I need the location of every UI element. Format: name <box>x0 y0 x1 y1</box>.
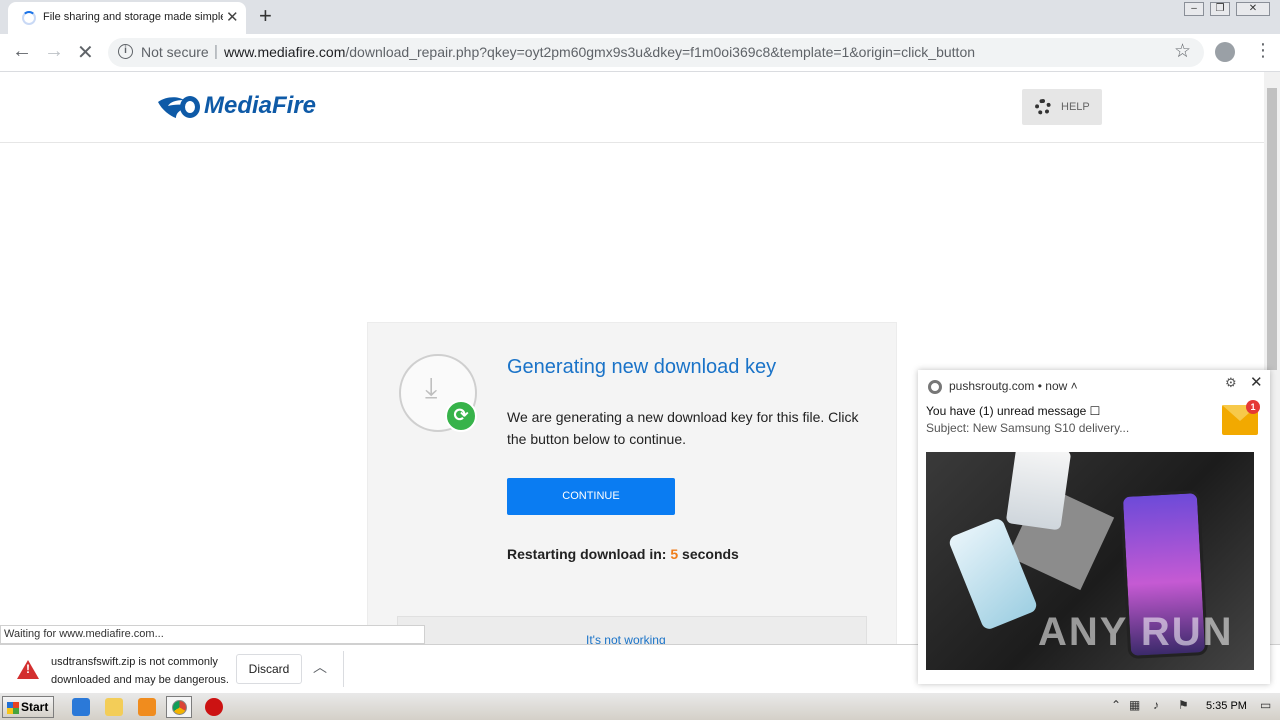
notification-source: pushsroutg.com • now ˄ <box>949 379 1078 393</box>
url-path: /download_repair.php?qkey=oyt2pm60gmx9s3… <box>345 44 976 60</box>
notification-title-text: You have (1) unread message <box>926 404 1087 418</box>
download-key-card: ⤓ ⟳ Generating new download key We are g… <box>367 322 897 644</box>
tray-expand-icon[interactable]: ⌃ <box>1111 698 1121 712</box>
notification-time: now <box>1045 379 1068 393</box>
show-desktop-icon[interactable]: ▭ <box>1260 698 1271 712</box>
logo-text: MediaFire <box>204 92 317 119</box>
close-tab-icon[interactable]: ✕ <box>226 8 239 26</box>
taskbar-chrome-button[interactable] <box>166 696 192 718</box>
notification-title: You have (1) unread message ☐ <box>926 404 1101 418</box>
notification-body: Subject: New Samsung S10 delivery... <box>926 421 1130 435</box>
chrome-icon <box>928 380 942 394</box>
not-working-link[interactable]: It's not working <box>586 633 666 644</box>
product-box-shape <box>1005 452 1072 531</box>
kebab-menu-icon[interactable]: ⋮ <box>1254 40 1272 61</box>
site-header: MediaFire HELP <box>0 72 1264 143</box>
card-description: We are generating a new download key for… <box>507 409 859 447</box>
discard-button[interactable]: Discard <box>236 654 302 684</box>
tab-title: File sharing and storage made simple <box>43 11 223 23</box>
help-button[interactable]: HELP <box>1022 89 1102 125</box>
shelf-divider <box>343 651 344 687</box>
mediafire-flame-icon <box>158 96 200 118</box>
bookmark-star-icon[interactable]: ☆ <box>1174 40 1191 63</box>
scrollbar-thumb[interactable] <box>1267 88 1277 370</box>
unread-badge: 1 <box>1246 400 1260 414</box>
back-arrow-icon[interactable]: ← <box>12 40 32 63</box>
download-warning-text: usdtransfswift.zip is not commonly downl… <box>51 656 229 686</box>
minimize-window-icon[interactable]: – <box>1184 2 1204 16</box>
browser-tab-strip: File sharing and storage made simple ✕ +… <box>0 0 1280 34</box>
forward-arrow-icon[interactable]: → <box>44 40 64 63</box>
start-label: Start <box>21 700 49 714</box>
restart-suffix: seconds <box>682 546 739 562</box>
start-button[interactable]: Start <box>2 696 54 718</box>
restart-prefix: Restarting download in: <box>507 546 667 562</box>
folder-icon[interactable] <box>105 698 123 716</box>
not-secure-label[interactable]: Not secure <box>141 44 209 60</box>
media-player-icon[interactable] <box>138 698 156 716</box>
url-text[interactable]: www.mediafire.com/download_repair.php?qk… <box>224 44 975 60</box>
stop-loading-icon[interactable]: ✕ <box>77 40 94 65</box>
countdown-number: 5 <box>670 546 679 562</box>
warning-exclamation-icon: ! <box>26 662 30 676</box>
loading-spinner-icon <box>22 11 36 25</box>
close-window-icon[interactable]: ✕ <box>1236 2 1270 16</box>
browser-toolbar: ← → ✕ i Not secure | www.mediafire.com/d… <box>0 34 1280 72</box>
watermark-text: ANY RUN <box>1038 610 1234 654</box>
mediafire-logo[interactable]: MediaFire <box>156 92 316 127</box>
notification-image[interactable]: ANY RUN <box>926 452 1254 670</box>
profile-avatar-icon[interactable] <box>1215 42 1235 62</box>
taskbar-clock[interactable]: 5:35 PM <box>1206 700 1247 712</box>
volume-icon[interactable]: ♪ <box>1153 698 1159 712</box>
lifebuoy-icon <box>1035 99 1051 115</box>
network-icon[interactable]: ▦ <box>1129 698 1140 712</box>
help-label: HELP <box>1061 101 1090 113</box>
internet-explorer-icon[interactable] <box>72 698 90 716</box>
address-bar[interactable]: i Not secure | www.mediafire.com/downloa… <box>108 38 1204 67</box>
gear-icon[interactable]: ⚙ <box>1225 375 1237 391</box>
restart-countdown: Restarting download in: 5 seconds <box>507 546 739 562</box>
windows-taskbar: Start ⌃ ▦ ♪ ⚑ 5:35 PM ▭ <box>0 692 1280 720</box>
push-notification[interactable]: pushsroutg.com • now ˄ ⚙ ✕ You have (1) … <box>918 370 1270 684</box>
chevron-up-icon[interactable]: ︿ <box>313 657 327 677</box>
close-icon[interactable]: ✕ <box>1250 373 1263 391</box>
refresh-icon: ⟳ <box>445 400 477 432</box>
notification-domain: pushsroutg.com <box>949 379 1035 393</box>
stop-sign-icon[interactable] <box>205 698 223 716</box>
mail-envelope-icon: 1 <box>1222 400 1260 435</box>
browser-tab[interactable]: File sharing and storage made simple ✕ <box>8 2 246 34</box>
action-center-flag-icon[interactable]: ⚑ <box>1178 698 1189 712</box>
continue-button[interactable]: CONTINUE <box>507 478 675 515</box>
new-tab-icon[interactable]: + <box>259 3 272 29</box>
not-working-panel: It's not working <box>397 616 867 644</box>
restore-window-icon[interactable]: ❐ <box>1210 2 1230 16</box>
chrome-icon <box>172 700 187 715</box>
url-separator: | <box>214 43 218 60</box>
card-title: Generating new download key <box>507 356 777 378</box>
status-bubble: Waiting for www.mediafire.com... <box>0 625 425 644</box>
download-arrow-icon: ⤓ <box>425 372 438 403</box>
info-icon[interactable]: i <box>118 44 133 59</box>
windows-logo-icon <box>7 702 19 714</box>
url-domain: www.mediafire.com <box>224 44 346 60</box>
